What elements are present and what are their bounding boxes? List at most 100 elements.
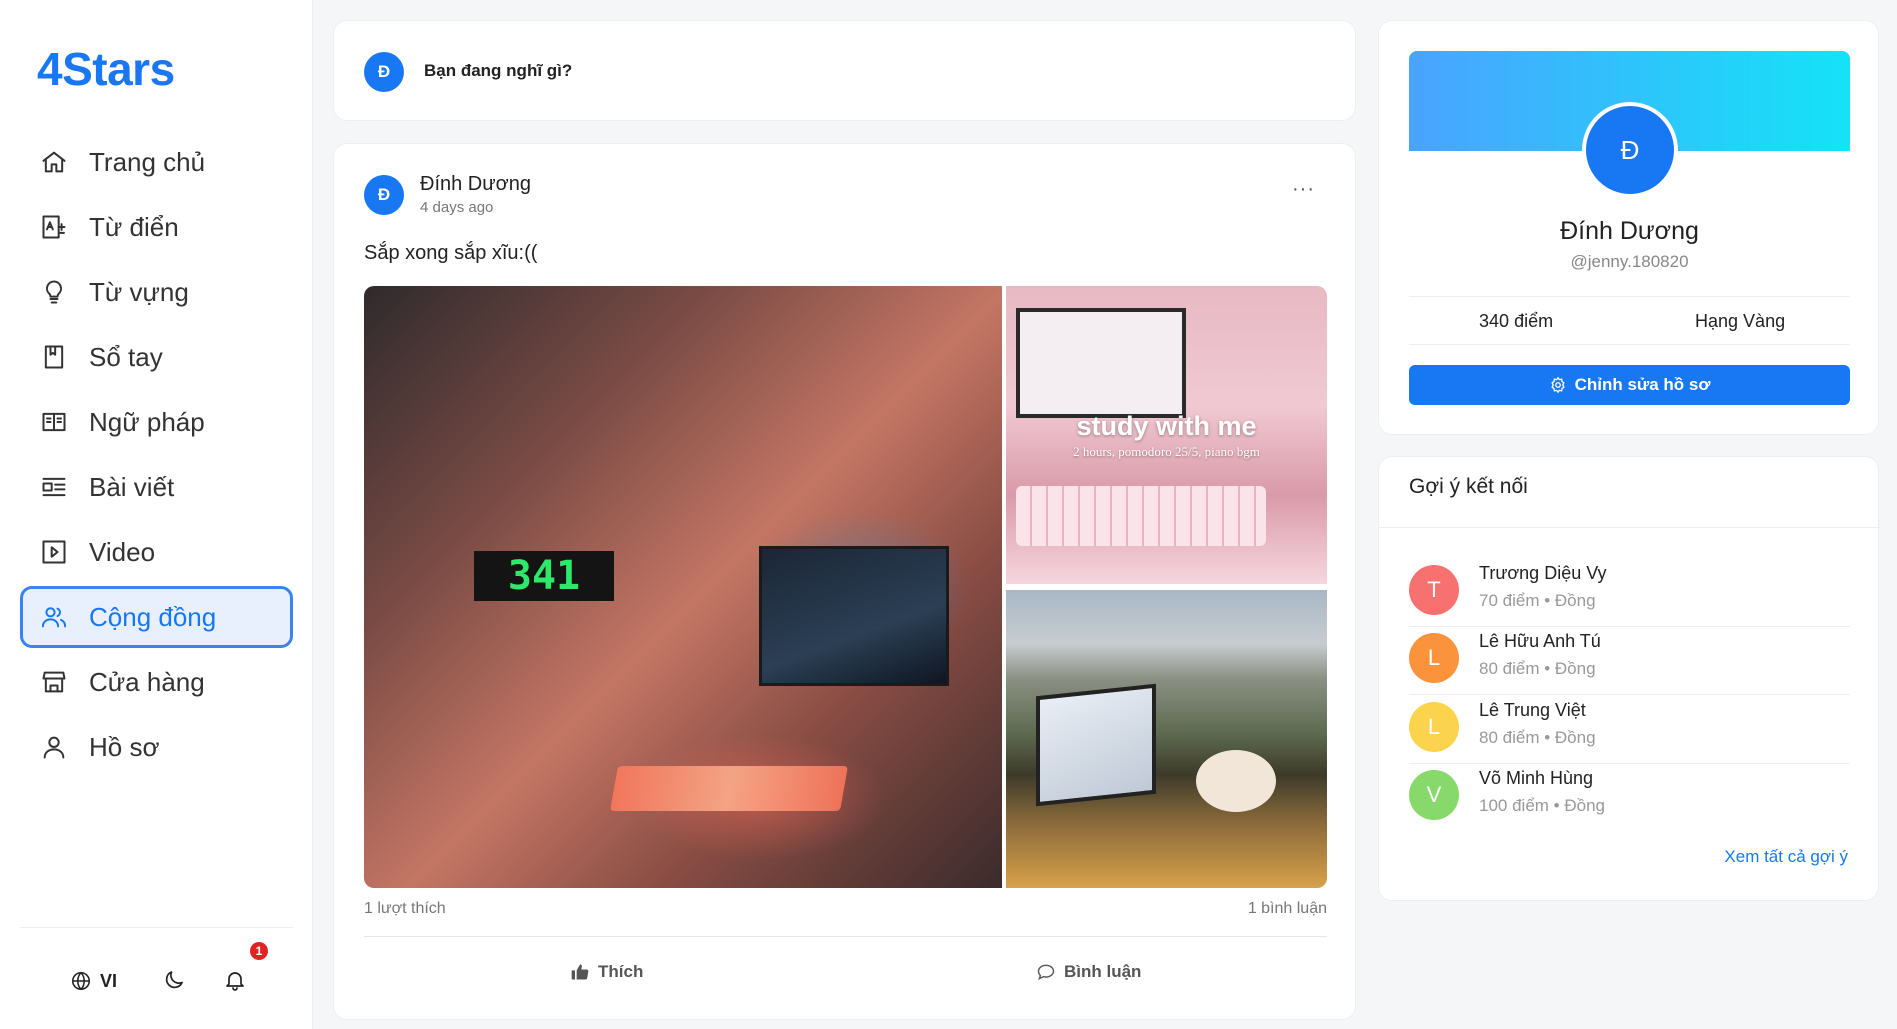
profile-rank: Hạng Vàng bbox=[1695, 311, 1785, 332]
profile-points: 340 điểm bbox=[1479, 311, 1553, 332]
suggestion-item[interactable]: L Lê Hữu Anh Tú 80 điểm • Đồng bbox=[1409, 627, 1850, 695]
avatar[interactable]: Đ bbox=[1582, 102, 1678, 198]
keyboard bbox=[610, 766, 848, 811]
sidebar-item-articles[interactable]: Bài viết bbox=[20, 456, 293, 518]
sidebar-item-label: Cửa hàng bbox=[89, 666, 205, 697]
suggestion-meta: 80 điểm • Đồng bbox=[1479, 728, 1596, 747]
profile-handle: @jenny.180820 bbox=[1570, 252, 1689, 271]
avatar[interactable]: T bbox=[1409, 565, 1459, 615]
monitor bbox=[1016, 308, 1186, 418]
like-label: Thích bbox=[598, 962, 644, 981]
suggestion-meta: 70 điểm • Đồng bbox=[1479, 591, 1596, 610]
points-value: 340 bbox=[1479, 311, 1510, 331]
avatar[interactable]: V bbox=[1409, 770, 1459, 820]
app-logo[interactable]: 4Stars bbox=[37, 42, 175, 96]
suggestion-meta: 80 điểm • Đồng bbox=[1479, 659, 1596, 678]
like-count[interactable]: 1 lượt thích bbox=[364, 900, 446, 917]
sidebar-item-label: Video bbox=[89, 536, 156, 567]
keyboard bbox=[1016, 486, 1266, 546]
more-options-icon[interactable]: ··· bbox=[1292, 178, 1315, 201]
user-icon bbox=[39, 732, 69, 762]
comment-count[interactable]: 1 bình luận bbox=[1248, 900, 1327, 918]
dictionary-icon bbox=[39, 212, 69, 242]
suggestion-item[interactable]: L Lê Trung Việt 80 điểm • Đồng bbox=[1409, 696, 1850, 764]
post-content: Sắp xong sắp xĩu:(( bbox=[364, 242, 538, 264]
post-time: 4 days ago bbox=[420, 199, 494, 216]
post-image-window[interactable] bbox=[1006, 590, 1327, 888]
sidebar-item-community[interactable]: Cộng đồng bbox=[20, 586, 293, 648]
theme-toggle[interactable] bbox=[162, 968, 186, 997]
suggestion-name[interactable]: Trương Diệu Vy bbox=[1479, 563, 1607, 584]
avatar[interactable]: Đ bbox=[364, 175, 404, 215]
notification-badge: 1 bbox=[250, 942, 268, 960]
lightbulb-icon bbox=[39, 277, 69, 307]
divider bbox=[1409, 344, 1850, 345]
suggestion-item[interactable]: T Trương Diệu Vy 70 điểm • Đồng bbox=[1409, 559, 1850, 627]
avatar: Đ bbox=[364, 52, 404, 92]
sidebar-item-label: Từ điển bbox=[89, 211, 179, 242]
profile-name: Đính Dương bbox=[1560, 217, 1699, 245]
article-icon bbox=[39, 472, 69, 502]
sidebar-item-label: Hồ sơ bbox=[89, 731, 160, 762]
avatar[interactable]: L bbox=[1409, 702, 1459, 752]
globe-icon bbox=[71, 971, 91, 991]
post-card: Đ Đính Dương 4 days ago ··· Sắp xong sắp… bbox=[333, 143, 1356, 1020]
sidebar-item-label: Sổ tay bbox=[89, 341, 163, 372]
suggestion-name[interactable]: Võ Minh Hùng bbox=[1479, 768, 1593, 789]
see-all-suggestions-link[interactable]: Xem tất cả gợi ý bbox=[1724, 847, 1848, 867]
sidebar-item-store[interactable]: Cửa hàng bbox=[20, 651, 293, 713]
notifications-button[interactable] bbox=[223, 968, 247, 997]
piggy-figure bbox=[1196, 750, 1276, 812]
post-author[interactable]: Đính Dương bbox=[420, 173, 531, 196]
rank-value: Vàng bbox=[1743, 311, 1786, 331]
edit-profile-label: Chỉnh sửa hồ sơ bbox=[1574, 375, 1711, 394]
image-caption-title: study with me bbox=[1076, 411, 1257, 441]
sidebar-footer: VI 1 bbox=[20, 927, 293, 1029]
gear-icon bbox=[1550, 376, 1565, 394]
comment-button[interactable]: Bình luận bbox=[1036, 954, 1141, 990]
suggestion-meta: 100 điểm • Đồng bbox=[1479, 796, 1605, 815]
comment-icon bbox=[1037, 964, 1055, 981]
post-gallery: 341 study with me 2 hours, pomodoro 25/5… bbox=[364, 286, 1327, 888]
laptop bbox=[1036, 683, 1156, 807]
suggestion-item[interactable]: V Võ Minh Hùng 100 điểm • Đồng bbox=[1409, 764, 1850, 832]
post-composer[interactable]: Đ Bạn đang nghĩ gì? bbox=[333, 20, 1356, 121]
sidebar-item-profile[interactable]: Hồ sơ bbox=[20, 716, 293, 778]
sidebar-nav: Trang chủ Từ điển Từ vựng Sổ tay Ngữ phá… bbox=[20, 131, 293, 781]
sidebar-item-home[interactable]: Trang chủ bbox=[20, 131, 293, 193]
book-open-icon bbox=[39, 407, 69, 437]
suggestion-name[interactable]: Lê Trung Việt bbox=[1479, 700, 1586, 721]
sidebar-item-grammar[interactable]: Ngữ pháp bbox=[20, 391, 293, 453]
language-label: VI bbox=[100, 970, 118, 991]
store-icon bbox=[39, 667, 69, 697]
notebook-icon bbox=[39, 342, 69, 372]
thumbs-up-icon bbox=[571, 964, 589, 980]
composer-prompt[interactable]: Bạn đang nghĩ gì? bbox=[424, 61, 572, 81]
post-stats: 1 lượt thích 1 bình luận bbox=[364, 900, 1327, 918]
avatar[interactable]: L bbox=[1409, 633, 1459, 683]
sidebar-item-vocabulary[interactable]: Từ vựng bbox=[20, 261, 293, 323]
suggestions-title: Gợi ý kết nối bbox=[1409, 475, 1528, 498]
suggestions-card: Gợi ý kết nối T Trương Diệu Vy 70 điểm •… bbox=[1378, 456, 1880, 901]
language-switcher[interactable]: VI bbox=[70, 970, 117, 992]
moon-icon bbox=[165, 971, 183, 989]
like-button[interactable]: Thích bbox=[570, 954, 643, 990]
sidebar-item-video[interactable]: Video bbox=[20, 521, 293, 583]
divider bbox=[1409, 296, 1850, 297]
sidebar-item-label: Bài viết bbox=[89, 471, 175, 502]
points-unit: điểm bbox=[1514, 311, 1554, 331]
sidebar-item-dictionary[interactable]: Từ điển bbox=[20, 196, 293, 258]
bell-icon bbox=[226, 972, 244, 991]
rank-label: Hạng bbox=[1695, 311, 1739, 331]
divider bbox=[364, 936, 1327, 937]
divider bbox=[1409, 694, 1850, 695]
sidebar-item-label: Từ vựng bbox=[89, 276, 189, 307]
post-image-study[interactable]: study with me 2 hours, pomodoro 25/5, pi… bbox=[1006, 286, 1327, 584]
edit-profile-button[interactable]: Chỉnh sửa hồ sơ bbox=[1409, 365, 1850, 405]
video-icon bbox=[39, 537, 69, 567]
sidebar-item-notebook[interactable]: Sổ tay bbox=[20, 326, 293, 388]
post-image-desk[interactable]: 341 bbox=[364, 286, 1002, 888]
profile-card: Đ Đính Dương @jenny.180820 340 điểm Hạng… bbox=[1378, 20, 1879, 435]
suggestion-name[interactable]: Lê Hữu Anh Tú bbox=[1479, 631, 1601, 652]
sidebar-item-label: Cộng đồng bbox=[89, 601, 217, 632]
